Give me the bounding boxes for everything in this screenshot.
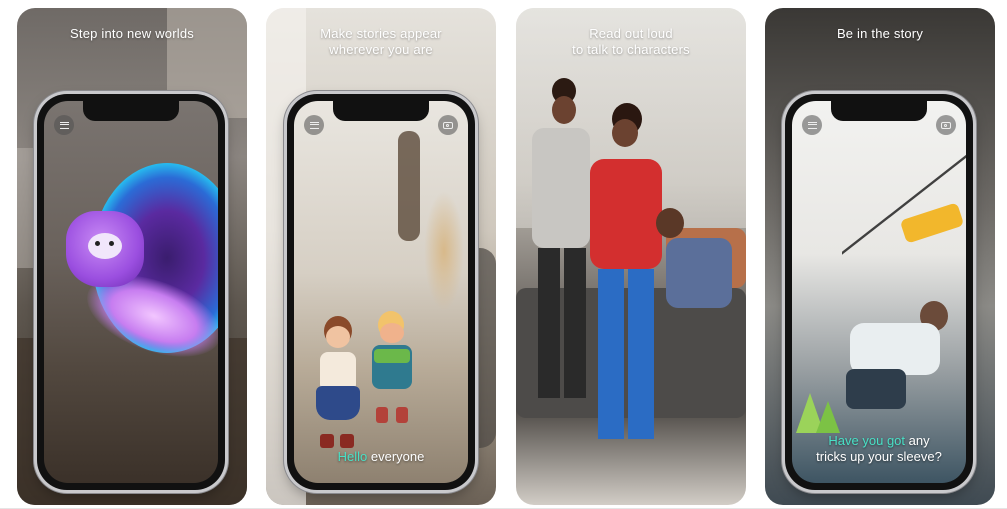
- purple-creature: [66, 211, 144, 287]
- screenshot-card-4: Be in the story Have you got any tricks …: [765, 8, 995, 505]
- camera-icon[interactable]: [936, 115, 956, 135]
- screenshot-card-2: Make stories appear wherever you are Hel…: [266, 8, 496, 505]
- boy-character: [364, 311, 420, 431]
- screenshot-title: Be in the story: [836, 26, 924, 41]
- phone-frame: [37, 94, 225, 490]
- menu-icon[interactable]: [802, 115, 822, 135]
- wall-decor: [398, 131, 420, 241]
- phone-notch: [83, 101, 179, 121]
- phone-frame: Hello everyone: [287, 94, 475, 490]
- screenshot-card-3: Read out loud to talk to characters: [516, 8, 746, 505]
- phone-screen: Have you got any tricks up your sleeve?: [792, 101, 966, 483]
- green-trees-2: [816, 401, 840, 433]
- screenshot-title: Step into new worlds: [70, 26, 194, 41]
- phone-frame: Have you got any tricks up your sleeve?: [785, 94, 973, 490]
- caption-text: everyone: [367, 449, 425, 464]
- menu-icon[interactable]: [54, 115, 74, 135]
- phone-notch: [333, 101, 429, 121]
- man-figure: [832, 301, 962, 421]
- girl-figure: [586, 103, 666, 483]
- pampas-grass: [424, 191, 464, 311]
- phone-screen: Hello everyone: [294, 101, 468, 483]
- girl-character: [312, 316, 362, 456]
- speech-caption: Have you got any tricks up your sleeve?: [792, 433, 966, 465]
- screenshot-title: Make stories appear wherever you are: [320, 26, 442, 57]
- phone-notch: [831, 101, 927, 121]
- speech-caption: Hello everyone: [294, 449, 468, 465]
- family-photo: [516, 8, 746, 505]
- boy-figure: [656, 208, 736, 328]
- caption-highlight: Have you got: [828, 433, 906, 448]
- caption-highlight: Hello: [337, 449, 368, 464]
- phone-screen: [44, 101, 218, 483]
- screenshot-card-1: Step into new worlds: [17, 8, 247, 505]
- menu-icon[interactable]: [304, 115, 324, 135]
- camera-icon[interactable]: [438, 115, 458, 135]
- screenshot-title: Read out loud to talk to characters: [572, 26, 690, 57]
